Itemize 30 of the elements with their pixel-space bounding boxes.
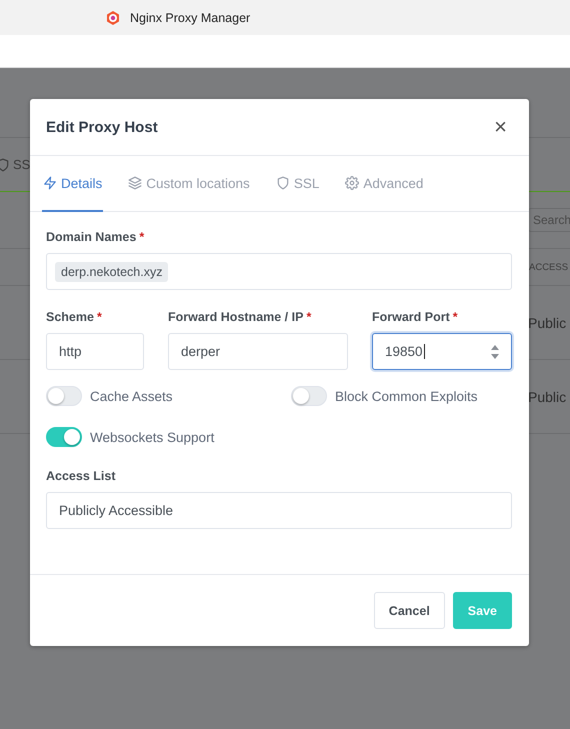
- input-field[interactable]: 19850: [372, 333, 512, 370]
- background-column-header: ACCESS: [529, 262, 570, 272]
- shield-icon: [276, 176, 290, 190]
- background-table-cell-text: Public: [528, 314, 568, 330]
- toggle-label: Cache Assets: [90, 388, 173, 404]
- browser-tab-title: Nginx Proxy Manager: [130, 10, 250, 24]
- cancel-button[interactable]: Cancel: [374, 592, 445, 629]
- background-table-cell-text: Public: [528, 388, 568, 404]
- close-button[interactable]: ×: [492, 116, 509, 138]
- input-field[interactable]: http: [46, 333, 144, 370]
- field-label: Scheme *: [46, 310, 103, 324]
- toggle-label: Websockets Support: [90, 430, 214, 444]
- field-label: Access List: [46, 469, 116, 483]
- app-logo-icon: [106, 10, 120, 24]
- background-tab-label: SS: [13, 157, 30, 172]
- toggle-label: Block Common Exploits: [335, 388, 478, 404]
- input-field[interactable]: derper: [168, 333, 348, 370]
- access-list-field[interactable]: Publicly Accessible: [46, 492, 512, 529]
- toggle-switch[interactable]: [46, 427, 82, 447]
- layers-icon: [128, 176, 142, 190]
- field-label: Forward Port *: [372, 310, 459, 324]
- dialog-title: Edit Proxy Host: [46, 118, 158, 136]
- domain-names-field[interactable]: derp.nekotech.xyz: [46, 253, 512, 290]
- field-label: Domain Names *: [46, 230, 146, 244]
- domain-tag: derp.nekotech.xyz: [55, 262, 168, 282]
- lightning-icon: [43, 176, 57, 190]
- dialog-tab[interactable]: Details: [42, 156, 104, 212]
- gear-icon: [345, 176, 360, 190]
- shield-icon: [0, 158, 10, 172]
- field-label: Forward Hostname / IP *: [168, 310, 312, 324]
